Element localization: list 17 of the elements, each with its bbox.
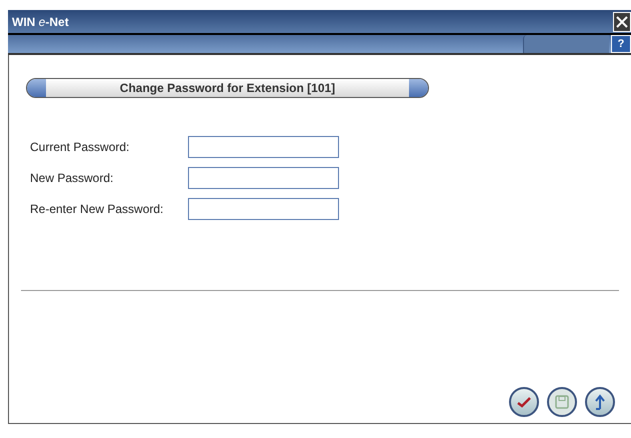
confirm-button[interactable]	[509, 387, 539, 417]
password-field[interactable]	[188, 198, 339, 220]
up-arrow-icon	[593, 394, 607, 410]
checkmark-icon	[517, 396, 531, 408]
close-icon	[616, 16, 628, 28]
password-field[interactable]	[188, 167, 339, 189]
field-label: New Password:	[30, 170, 114, 187]
password-field[interactable]	[188, 136, 339, 158]
close-button[interactable]	[613, 12, 631, 32]
upload-button[interactable]	[585, 387, 615, 417]
window-title: WIN e-Net	[12, 14, 69, 30]
header-cap-left	[27, 79, 46, 97]
header-cap-right	[409, 79, 428, 97]
header-title: Change Password for Extension [101]	[120, 80, 336, 97]
field-label: Current Password:	[30, 139, 130, 156]
help-button[interactable]: ?	[611, 35, 631, 53]
field-label: Re-enter New Password:	[30, 201, 164, 218]
